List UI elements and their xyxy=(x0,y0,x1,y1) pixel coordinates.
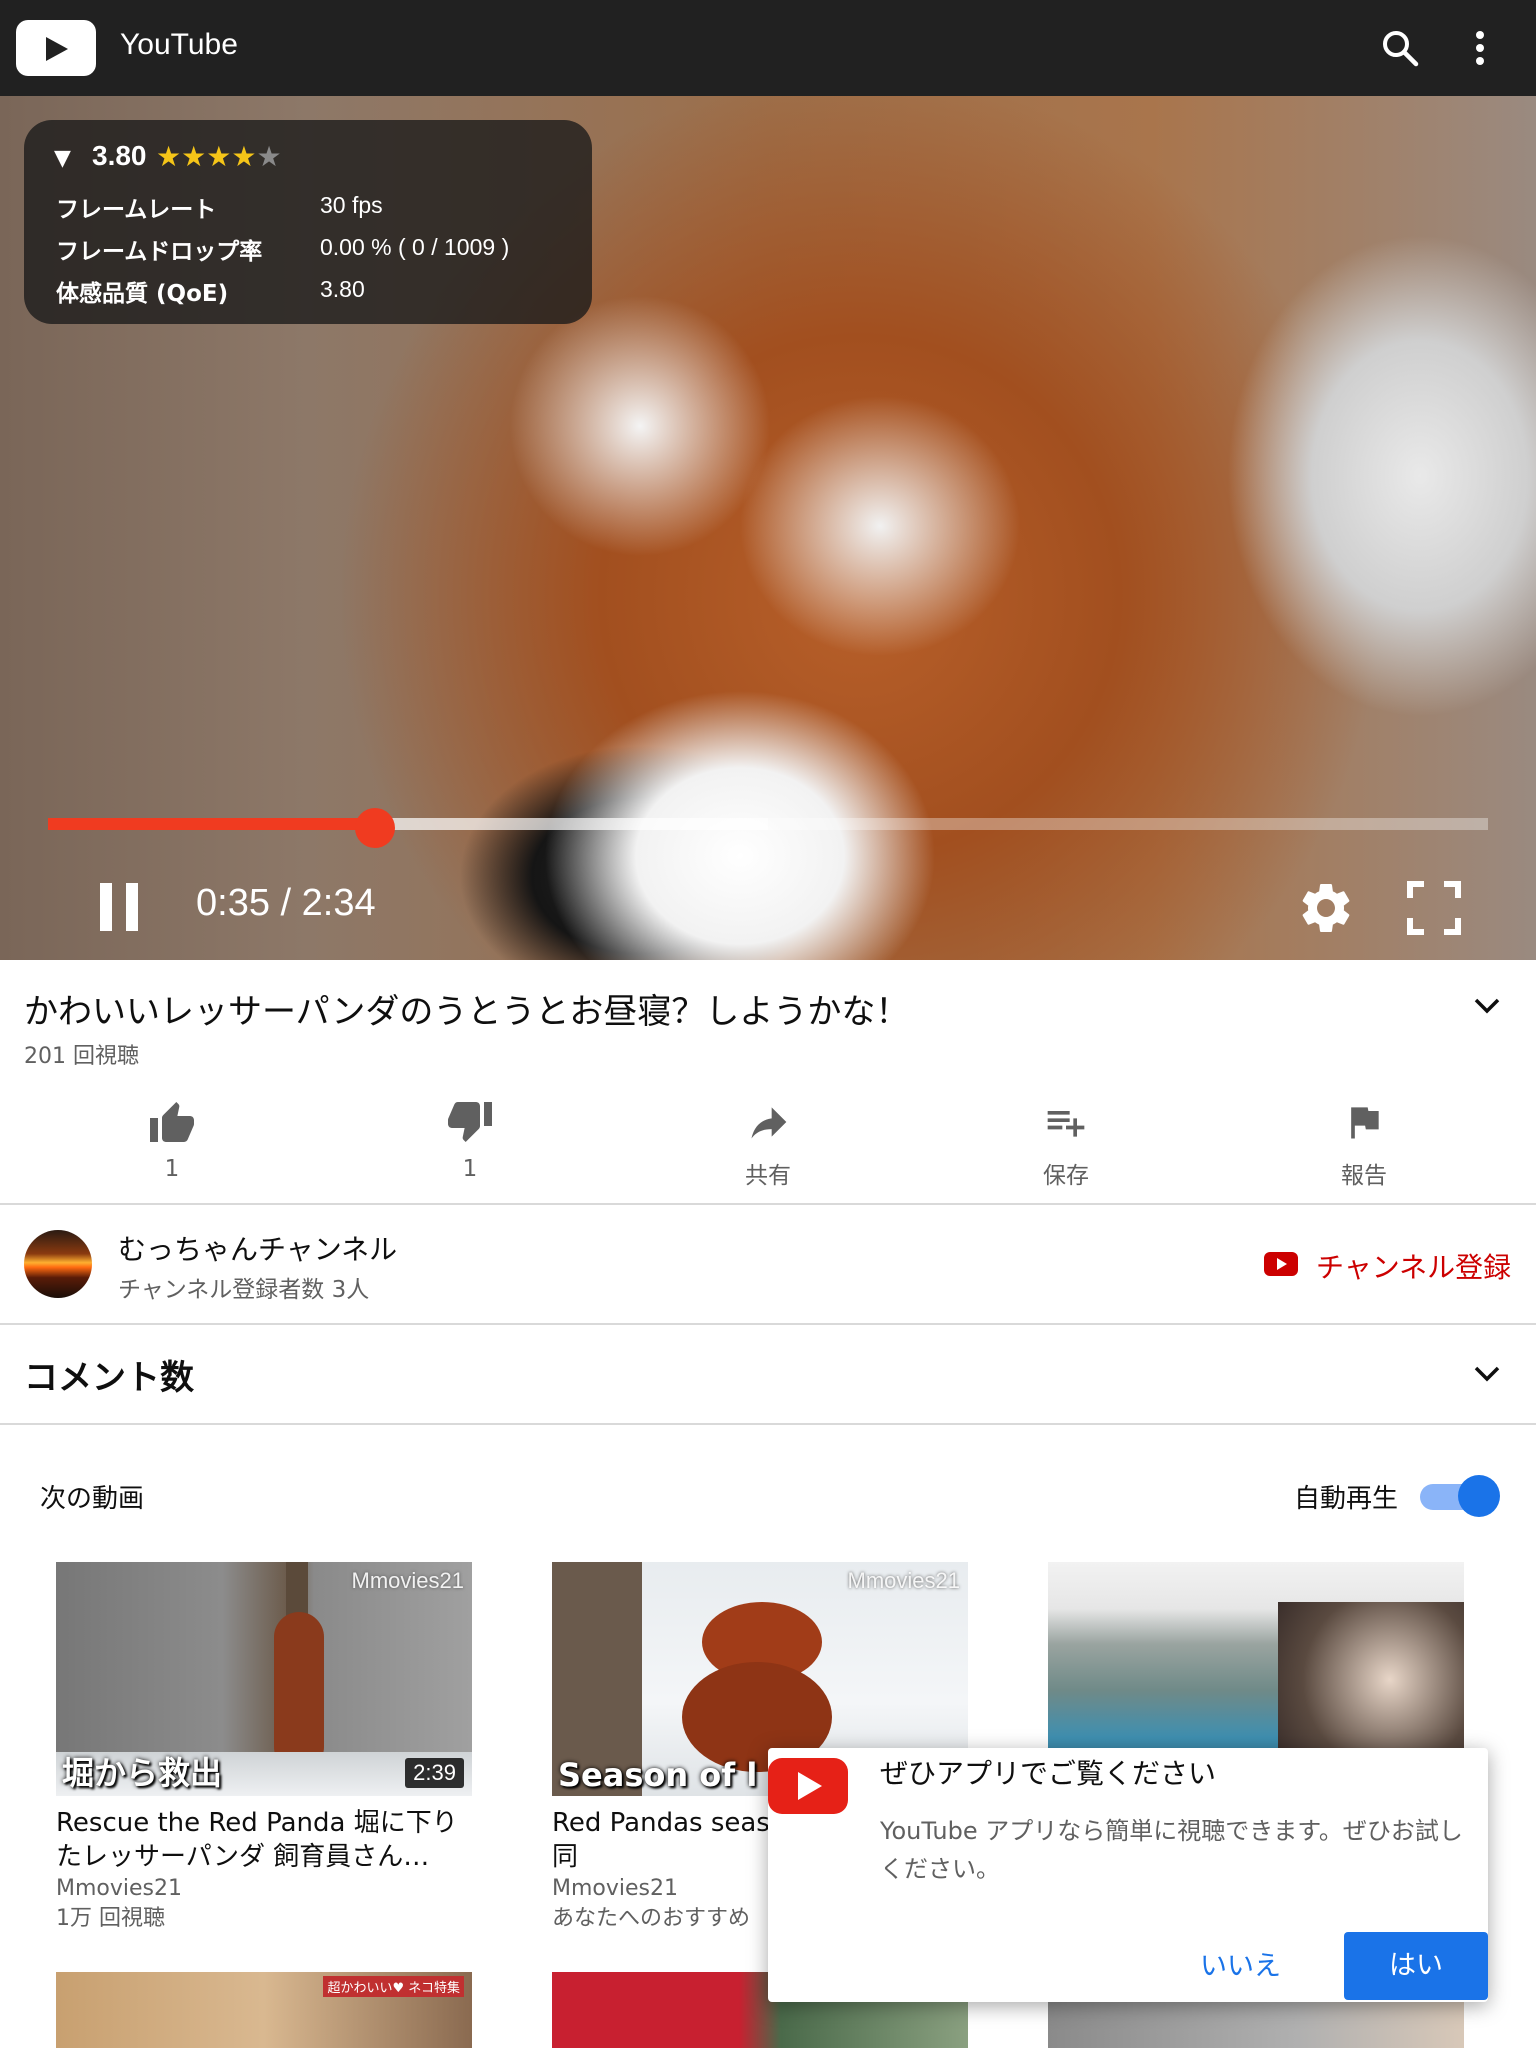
star-icon: ★ xyxy=(256,140,282,173)
chevron-down-icon[interactable] xyxy=(1472,996,1502,1016)
video-card[interactable]: Mmovies21 堀から救出 2:39 Rescue the Red Pand… xyxy=(56,1562,472,1934)
report-label: 報告 xyxy=(1341,1163,1387,1189)
star-icon: ★ xyxy=(181,140,207,173)
search-icon[interactable] xyxy=(1376,24,1424,72)
pause-icon[interactable] xyxy=(96,880,144,934)
collapse-triangle-icon[interactable]: ▼ xyxy=(54,146,71,171)
autoplay-toggle-knob[interactable] xyxy=(1458,1475,1500,1517)
video-actions: 1 1 共有 保存 報告 xyxy=(0,1090,1536,1200)
save-label: 保存 xyxy=(1043,1163,1089,1189)
video-duration: 2:39 xyxy=(405,1758,464,1788)
dislike-count: 1 xyxy=(462,1156,478,1182)
like-button[interactable]: 1 xyxy=(72,1090,272,1200)
progress-bar[interactable] xyxy=(48,818,1488,830)
qoe-score: 3.80 xyxy=(92,140,147,171)
divider xyxy=(0,1323,1536,1325)
video-card-channel: Mmovies21 xyxy=(56,1876,182,1901)
channel-name[interactable]: むっちゃんチャンネル xyxy=(118,1228,397,1268)
open-in-app-dialog: ぜひアプリでご覧ください YouTube アプリなら簡単に視聴できます。ぜひお試… xyxy=(768,1748,1488,2002)
report-button[interactable]: 報告 xyxy=(1264,1090,1464,1200)
video-thumbnail[interactable]: 超かわいい♥ ネコ特集 xyxy=(56,1972,472,2048)
up-next-title: 次の動画 xyxy=(40,1484,145,1514)
channel-avatar[interactable] xyxy=(24,1230,92,1298)
stats-for-nerds-panel: ▼ 3.80 ★★★★★ フレームレート 30 fps フレームドロップ率 0.… xyxy=(24,120,592,324)
stat-label-qoe: 体感品質 (QoE) xyxy=(56,281,229,307)
app-title: YouTube xyxy=(120,28,238,61)
stat-label-dropped-frames: フレームドロップ率 xyxy=(56,239,263,265)
video-card-title[interactable]: Rescue the Red Panda 堀に下りたレッサーパンダ 飼育員さん… xyxy=(56,1806,472,1874)
thumbnail-badge: 超かわいい♥ ネコ特集 xyxy=(323,1976,464,1997)
thumbnail-watermark: Mmovies21 xyxy=(847,1568,960,1593)
progress-played xyxy=(48,818,376,830)
playback-time: 0:35 / 2:34 xyxy=(196,882,376,924)
scrubber-handle[interactable] xyxy=(355,808,396,848)
settings-gear-icon[interactable] xyxy=(1296,878,1356,938)
stat-value-dropped-frames: 0.00 % ( 0 / 1009 ) xyxy=(320,234,510,260)
video-card-views: 1万 回視聴 xyxy=(56,1906,165,1931)
thumbnail-overlay-title: 堀から救出 xyxy=(62,1754,223,1792)
youtube-app-logo-icon xyxy=(768,1758,848,1814)
subscriber-count: チャンネル登録者数 3人 xyxy=(118,1277,370,1303)
youtube-logo-icon[interactable] xyxy=(16,20,96,76)
like-count: 1 xyxy=(164,1156,180,1182)
comments-header[interactable]: コメント数 xyxy=(24,1350,194,1399)
star-icon: ★ xyxy=(231,140,257,173)
divider xyxy=(0,1423,1536,1425)
view-count: 201 回視聴 xyxy=(24,1044,139,1069)
dialog-yes-button[interactable]: はい xyxy=(1344,1932,1488,2000)
fullscreen-icon[interactable] xyxy=(1406,880,1462,936)
stat-value-qoe: 3.80 xyxy=(320,276,365,302)
flag-icon xyxy=(1351,1107,1379,1139)
autoplay-label: 自動再生 xyxy=(1294,1484,1399,1514)
youtube-play-icon xyxy=(1264,1252,1298,1276)
top-app-bar: YouTube xyxy=(0,0,1536,96)
star-icon: ★ xyxy=(156,140,182,173)
dialog-body: YouTube アプリなら簡単に視聴できます。ぜひお試しください。 xyxy=(880,1817,1463,1883)
thumbs-up-icon xyxy=(150,1102,194,1142)
star-icon: ★ xyxy=(206,140,232,173)
more-options-icon[interactable] xyxy=(1456,24,1504,72)
share-label: 共有 xyxy=(745,1163,791,1189)
stat-value-framerate: 30 fps xyxy=(320,192,383,218)
video-player[interactable]: ▼ 3.80 ★★★★★ フレームレート 30 fps フレームドロップ率 0.… xyxy=(0,96,1536,960)
rating-stars: ★★★★★ xyxy=(156,140,282,173)
stat-label-framerate: フレームレート xyxy=(56,197,217,223)
dislike-button[interactable]: 1 xyxy=(370,1090,570,1200)
divider xyxy=(0,1203,1536,1205)
share-button[interactable]: 共有 xyxy=(668,1090,868,1200)
video-title: かわいいレッサーパンダのうとうとお昼寝？しようかな！ xyxy=(24,992,910,1032)
video-thumbnail[interactable]: Mmovies21 堀から救出 2:39 xyxy=(56,1562,472,1796)
thumbnail-watermark: Mmovies21 xyxy=(351,1568,464,1593)
thumbnail-overlay-title: Season of l xyxy=(558,1756,758,1794)
thumbs-down-icon xyxy=(448,1102,492,1142)
dialog-title: ぜひアプリでご覧ください xyxy=(880,1757,1217,1790)
subscribe-label: チャンネル登録 xyxy=(1316,1251,1512,1284)
share-icon xyxy=(751,1107,787,1139)
save-button[interactable]: 保存 xyxy=(966,1090,1166,1200)
chevron-down-icon[interactable] xyxy=(1472,1364,1502,1384)
add-to-playlist-icon xyxy=(1047,1111,1085,1137)
dialog-no-button[interactable]: いいえ xyxy=(1200,1944,1281,1983)
